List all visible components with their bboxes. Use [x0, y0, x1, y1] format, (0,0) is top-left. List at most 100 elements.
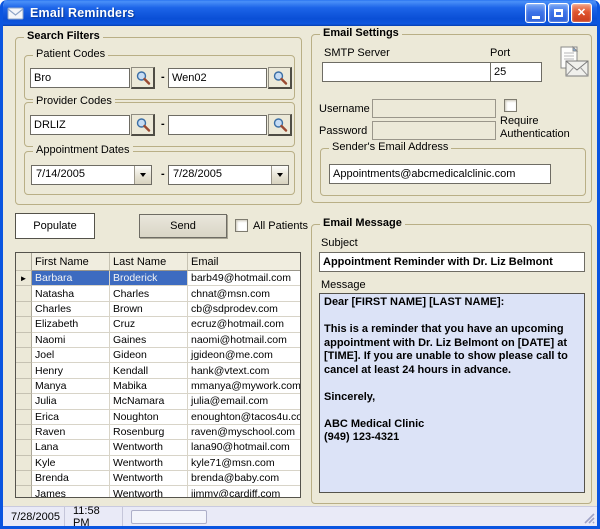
cell[interactable]: Barbara [32, 271, 110, 286]
cell[interactable]: Elizabeth [32, 317, 110, 332]
cell[interactable]: Noughton [110, 410, 188, 425]
date-from-dropdown[interactable]: 7/14/2005 [31, 165, 152, 185]
table-row[interactable]: JamesWentworthjimmy@cardiff.com [16, 486, 300, 498]
row-header[interactable] [16, 317, 32, 332]
current-row-indicator[interactable]: ► [16, 271, 32, 286]
cell[interactable]: mmanya@mywork.com [188, 379, 300, 394]
cell[interactable]: Broderick [110, 271, 188, 286]
message-textarea[interactable]: Dear [FIRST NAME] [LAST NAME]: This is a… [319, 293, 585, 493]
cell[interactable]: naomi@hotmail.com [188, 333, 300, 348]
dropdown-button[interactable] [271, 166, 288, 184]
cell[interactable]: Wentworth [110, 440, 188, 455]
cell[interactable]: raven@myschool.com [188, 425, 300, 440]
cell[interactable]: Charles [110, 286, 188, 301]
patient-code-from-input[interactable] [30, 68, 130, 88]
cell[interactable]: Julia [32, 394, 110, 409]
port-input[interactable] [490, 62, 542, 82]
cell[interactable]: enoughton@tacos4u.com [188, 410, 300, 425]
table-row[interactable]: LanaWentworthlana90@hotmail.com [16, 440, 300, 455]
cell[interactable]: Brown [110, 302, 188, 317]
provider-code-to-search-button[interactable] [268, 114, 292, 136]
maximize-button[interactable] [548, 3, 569, 23]
cell[interactable]: cb@sdprodev.com [188, 302, 300, 317]
cell[interactable]: Lana [32, 440, 110, 455]
row-header[interactable] [16, 456, 32, 471]
password-input[interactable] [372, 121, 496, 140]
provider-code-to-input[interactable] [168, 115, 267, 135]
row-header[interactable] [16, 486, 32, 498]
resize-grip-icon[interactable] [582, 511, 595, 524]
table-row[interactable]: ►BarbaraBroderickbarb49@hotmail.com [16, 271, 300, 286]
cell[interactable]: James [32, 486, 110, 498]
patient-code-from-search-button[interactable] [131, 67, 155, 89]
date-to-dropdown[interactable]: 7/28/2005 [168, 165, 289, 185]
table-row[interactable]: JoelGideonjgideon@me.com [16, 348, 300, 363]
row-header[interactable] [16, 410, 32, 425]
cell[interactable]: chnat@msn.com [188, 286, 300, 301]
populate-button[interactable]: Populate [15, 213, 95, 239]
all-patients-checkbox[interactable] [235, 219, 248, 232]
table-row[interactable]: NatashaCharleschnat@msn.com [16, 286, 300, 301]
cell[interactable]: Brenda [32, 471, 110, 486]
table-row[interactable]: NaomiGainesnaomi@hotmail.com [16, 333, 300, 348]
table-row[interactable]: ManyaMabikammanya@mywork.com [16, 379, 300, 394]
cell[interactable]: Wentworth [110, 486, 188, 498]
table-row[interactable]: JuliaMcNamarajulia@email.com [16, 394, 300, 409]
cell[interactable]: Manya [32, 379, 110, 394]
table-row[interactable]: ElizabethCruzecruz@hotmail.com [16, 317, 300, 332]
cell[interactable]: kyle71@msn.com [188, 456, 300, 471]
row-header[interactable] [16, 394, 32, 409]
provider-code-from-input[interactable] [30, 115, 130, 135]
cell[interactable]: Mabika [110, 379, 188, 394]
cell[interactable]: jimmy@cardiff.com [188, 486, 300, 498]
row-header[interactable] [16, 471, 32, 486]
row-header[interactable] [16, 379, 32, 394]
sender-email-input[interactable] [329, 164, 551, 184]
table-row[interactable]: KyleWentworthkyle71@msn.com [16, 456, 300, 471]
row-header[interactable] [16, 286, 32, 301]
smtp-server-input[interactable] [322, 62, 492, 82]
row-header[interactable] [16, 363, 32, 378]
cell[interactable]: Cruz [110, 317, 188, 332]
cell[interactable]: barb49@hotmail.com [188, 271, 300, 286]
patient-code-to-input[interactable] [168, 68, 267, 88]
cell[interactable]: ecruz@hotmail.com [188, 317, 300, 332]
row-header[interactable] [16, 348, 32, 363]
cell[interactable]: Charles [32, 302, 110, 317]
cell[interactable]: Naomi [32, 333, 110, 348]
cell[interactable]: Kyle [32, 456, 110, 471]
row-header[interactable] [16, 302, 32, 317]
minimize-button[interactable] [525, 3, 546, 23]
row-header[interactable] [16, 425, 32, 440]
cell[interactable]: brenda@baby.com [188, 471, 300, 486]
send-button[interactable]: Send [139, 214, 227, 238]
cell[interactable]: hank@vtext.com [188, 363, 300, 378]
table-row[interactable]: CharlesBrowncb@sdprodev.com [16, 302, 300, 317]
cell[interactable]: Erica [32, 410, 110, 425]
column-header-first-name[interactable]: First Name [32, 253, 110, 271]
cell[interactable]: Raven [32, 425, 110, 440]
column-header-email[interactable]: Email [188, 253, 300, 271]
provider-code-from-search-button[interactable] [131, 114, 155, 136]
cell[interactable]: McNamara [110, 394, 188, 409]
username-input[interactable] [372, 99, 496, 118]
table-row[interactable]: RavenRosenburgraven@myschool.com [16, 425, 300, 440]
row-header[interactable] [16, 440, 32, 455]
row-header[interactable] [16, 333, 32, 348]
cell[interactable]: Gideon [110, 348, 188, 363]
cell[interactable]: jgideon@me.com [188, 348, 300, 363]
column-header-last-name[interactable]: Last Name [110, 253, 188, 271]
table-row[interactable]: HenryKendallhank@vtext.com [16, 363, 300, 378]
cell[interactable]: Natasha [32, 286, 110, 301]
cell[interactable]: Wentworth [110, 456, 188, 471]
cell[interactable]: julia@email.com [188, 394, 300, 409]
cell[interactable]: Rosenburg [110, 425, 188, 440]
cell[interactable]: Wentworth [110, 471, 188, 486]
subject-input[interactable] [319, 252, 585, 272]
table-row[interactable]: BrendaWentworthbrenda@baby.com [16, 471, 300, 486]
table-row[interactable]: EricaNoughtonenoughton@tacos4u.com [16, 410, 300, 425]
send-email-icon[interactable] [554, 45, 590, 82]
cell[interactable]: lana90@hotmail.com [188, 440, 300, 455]
patient-code-to-search-button[interactable] [268, 67, 292, 89]
dropdown-button[interactable] [134, 166, 151, 184]
